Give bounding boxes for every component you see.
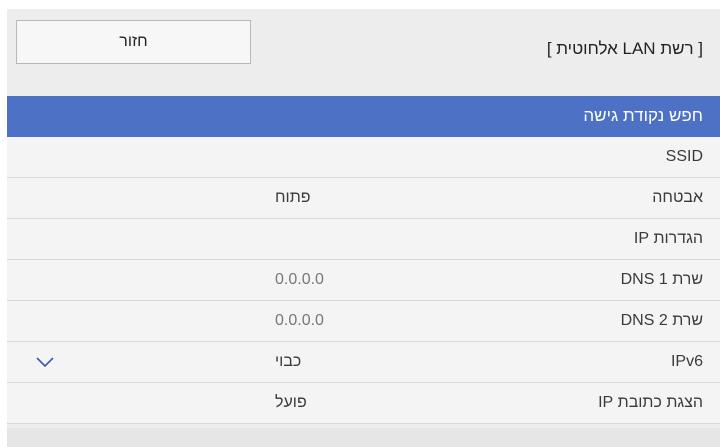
menu-item-label: שרת DNS 2	[620, 312, 703, 329]
settings-list: חפש נקודת גישה SSID אבטחה פתוח הגדרות IP…	[7, 96, 720, 424]
dns-server-2-value: 0.0.0.0	[275, 312, 324, 329]
menu-item-label: הגדרות IP	[633, 230, 703, 247]
menu-item-ip-settings[interactable]: הגדרות IP	[7, 219, 720, 260]
menu-item-dns-server-2[interactable]: שרת DNS 2 0.0.0.0	[7, 301, 720, 342]
back-button[interactable]: חזור	[16, 20, 251, 64]
menu-item-label: הצגת כתובת IP	[598, 394, 703, 411]
menu-item-label: SSID	[665, 148, 703, 165]
dns-server-1-value: 0.0.0.0	[275, 271, 324, 288]
menu-item-ssid[interactable]: SSID	[7, 137, 720, 178]
page-title: [ רשת LAN אלחוטית ]	[546, 39, 703, 58]
security-value: פתוח	[275, 189, 311, 206]
menu-item-dns-server-1[interactable]: שרת DNS 1 0.0.0.0	[7, 260, 720, 301]
menu-item-label: IPv6	[670, 353, 703, 370]
menu-item-security[interactable]: אבטחה פתוח	[7, 178, 720, 219]
menu-item-label: אבטחה	[652, 189, 703, 206]
display-ip-value: פועל	[275, 394, 307, 411]
menu-item-search-access-point[interactable]: חפש נקודת גישה	[7, 96, 720, 137]
ipv6-value: כבוי	[275, 353, 302, 370]
menu-item-ipv6[interactable]: IPv6 כבוי	[7, 342, 720, 383]
wireless-lan-panel: [ רשת LAN אלחוטית ] חזור חפש נקודת גישה …	[7, 9, 720, 447]
menu-item-label: שרת DNS 1	[620, 271, 703, 288]
footer-strip	[7, 428, 720, 447]
chevron-down-icon[interactable]	[35, 355, 55, 369]
menu-item-label: חפש נקודת גישה	[583, 106, 703, 125]
menu-item-display-ip-address[interactable]: הצגת כתובת IP פועל	[7, 383, 720, 424]
